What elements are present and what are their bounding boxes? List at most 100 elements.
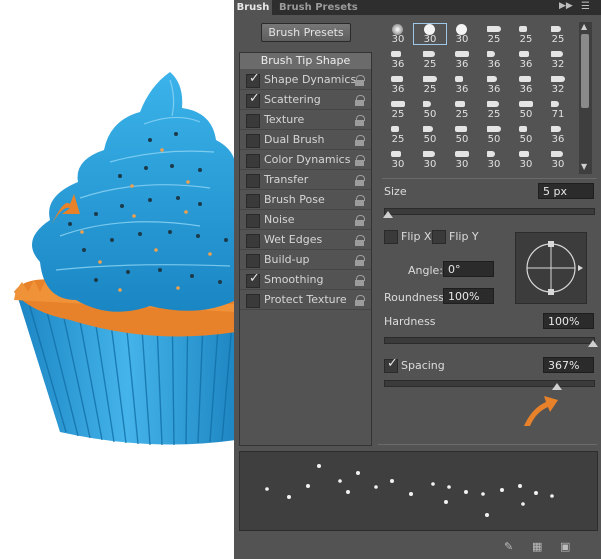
hardness-field[interactable]: 100% [543,313,594,329]
spacing-slider-track[interactable] [384,380,595,387]
option-checkbox[interactable] [246,214,260,228]
angle-field[interactable]: 0° [443,261,494,277]
panel-menu-icon[interactable]: ☰ [581,1,590,12]
option-brush-pose[interactable]: Brush Pose [240,190,371,210]
grid-icon[interactable]: ▦ [532,540,542,553]
option-scattering[interactable]: ✓ Scattering [240,90,371,110]
lock-icon[interactable] [355,75,365,86]
lock-icon[interactable] [355,295,365,306]
spacing-slider-knob[interactable] [552,383,563,390]
scroll-down-icon[interactable]: ▼ [581,162,587,171]
spacing-checkbox[interactable]: ✓ [384,356,398,373]
tab-brush-presets[interactable]: Brush Presets [279,0,358,15]
brush-preset-cell[interactable]: 25 [478,24,510,45]
brush-preset-cell[interactable]: 25 [414,49,446,70]
brush-preset-cell[interactable]: 36 [542,124,574,145]
roundness-field[interactable]: 100% [443,288,494,304]
option-checkbox[interactable]: ✓ [246,71,260,88]
option-wet-edges[interactable]: Wet Edges [240,230,371,250]
brush-preset-cell[interactable]: 25 [382,124,414,145]
option-checkbox[interactable] [246,254,260,268]
hardness-slider-knob[interactable] [588,340,598,347]
brush-preset-cell[interactable]: 25 [446,99,478,120]
scroll-thumb[interactable] [581,34,589,108]
brush-preset-cell[interactable]: 30 [542,149,574,170]
size-slider-track[interactable] [384,208,595,215]
option-color-dynamics[interactable]: Color Dynamics [240,150,371,170]
option-checkbox[interactable] [246,134,260,148]
brush-preset-cell[interactable]: 30 [382,24,414,45]
lock-icon[interactable] [355,235,365,246]
toggle-live-tip-icon[interactable]: ✎ [504,540,513,553]
brush-preset-cell[interactable]: 36 [510,49,542,70]
grid-scrollbar[interactable]: ▲ ▼ [579,22,592,174]
angle-roundness-widget[interactable] [515,232,587,304]
lock-icon[interactable] [355,195,365,206]
hardness-slider-track[interactable] [384,337,595,344]
brush-preset-cell[interactable]: 30 [510,149,542,170]
lock-icon[interactable] [355,215,365,226]
option-checkbox[interactable]: ✓ [246,91,260,108]
brush-preset-cell[interactable]: 30 [478,149,510,170]
option-shape-dynamics[interactable]: ✓ Shape Dynamics [240,70,371,90]
brush-preset-cell[interactable]: 50 [414,99,446,120]
spacing-field[interactable]: 367% [543,357,594,373]
brush-preset-cell[interactable]: 25 [510,24,542,45]
brush-preset-cell[interactable]: 36 [478,74,510,95]
size-field[interactable]: 5 px [538,183,594,199]
brush-preset-cell[interactable]: 36 [382,49,414,70]
option-smoothing[interactable]: ✓ Smoothing [240,270,371,290]
option-checkbox[interactable] [246,174,260,188]
tab-brush[interactable]: Brush [234,0,272,15]
scroll-up-icon[interactable]: ▲ [581,22,587,31]
brush-preset-cell[interactable]: 25 [414,74,446,95]
lock-icon[interactable] [355,115,365,126]
option-checkbox[interactable]: ✓ [246,271,260,288]
brush-preset-cell[interactable]: 25 [478,99,510,120]
option-dual-brush[interactable]: Dual Brush [240,130,371,150]
brush-preset-cell[interactable]: 32 [542,49,574,70]
brush-preset-cell[interactable]: 50 [478,124,510,145]
brush-preset-cell[interactable]: 30 [414,149,446,170]
option-build-up[interactable]: Build-up [240,250,371,270]
option-checkbox[interactable] [246,234,260,248]
brush-preset-cell[interactable]: 36 [446,74,478,95]
brush-preset-cell[interactable]: 32 [542,74,574,95]
brush-preset-cell[interactable]: 30 [446,149,478,170]
brush-preset-cell[interactable]: 30 [382,149,414,170]
brush-preset-cell[interactable]: 25 [542,24,574,45]
brush-preset-cell[interactable]: 36 [382,74,414,95]
option-checkbox[interactable] [246,154,260,168]
brush-preset-cell[interactable]: 50 [446,124,478,145]
brush-preset-cell[interactable]: 36 [510,74,542,95]
brush-presets-button[interactable]: Brush Presets [261,23,351,42]
brush-preset-cell[interactable]: 71 [542,99,574,120]
option-noise[interactable]: Noise [240,210,371,230]
brush-tip-shape-item[interactable]: Brush Tip Shape [240,53,371,69]
flip-x-checkbox[interactable] [384,230,398,244]
option-protect-texture[interactable]: Protect Texture [240,290,371,310]
lock-icon[interactable] [355,275,365,286]
size-slider-knob[interactable] [383,211,394,218]
option-texture[interactable]: Texture [240,110,371,130]
lock-icon[interactable] [355,135,365,146]
brush-preset-cell[interactable]: 30 [446,24,478,45]
lock-icon[interactable] [355,95,365,106]
brush-preset-cell[interactable]: 50 [510,124,542,145]
lock-icon[interactable] [355,175,365,186]
lock-icon[interactable] [355,155,365,166]
option-transfer[interactable]: Transfer [240,170,371,190]
flip-y-checkbox[interactable] [432,230,446,244]
brush-preset-cell[interactable]: 30 [413,23,447,45]
new-brush-icon[interactable]: ▣ [560,540,570,553]
brush-preset-cell[interactable]: 36 [478,49,510,70]
brush-preset-cell[interactable]: 25 [382,99,414,120]
option-checkbox[interactable] [246,194,260,208]
option-checkbox[interactable] [246,114,260,128]
brush-preset-cell[interactable]: 36 [446,49,478,70]
option-checkbox[interactable] [246,294,260,308]
brush-preset-cell[interactable]: 50 [510,99,542,120]
brush-preset-cell[interactable]: 50 [414,124,446,145]
collapse-arrows-icon[interactable]: ▶▶ [559,1,573,11]
lock-icon[interactable] [355,255,365,266]
